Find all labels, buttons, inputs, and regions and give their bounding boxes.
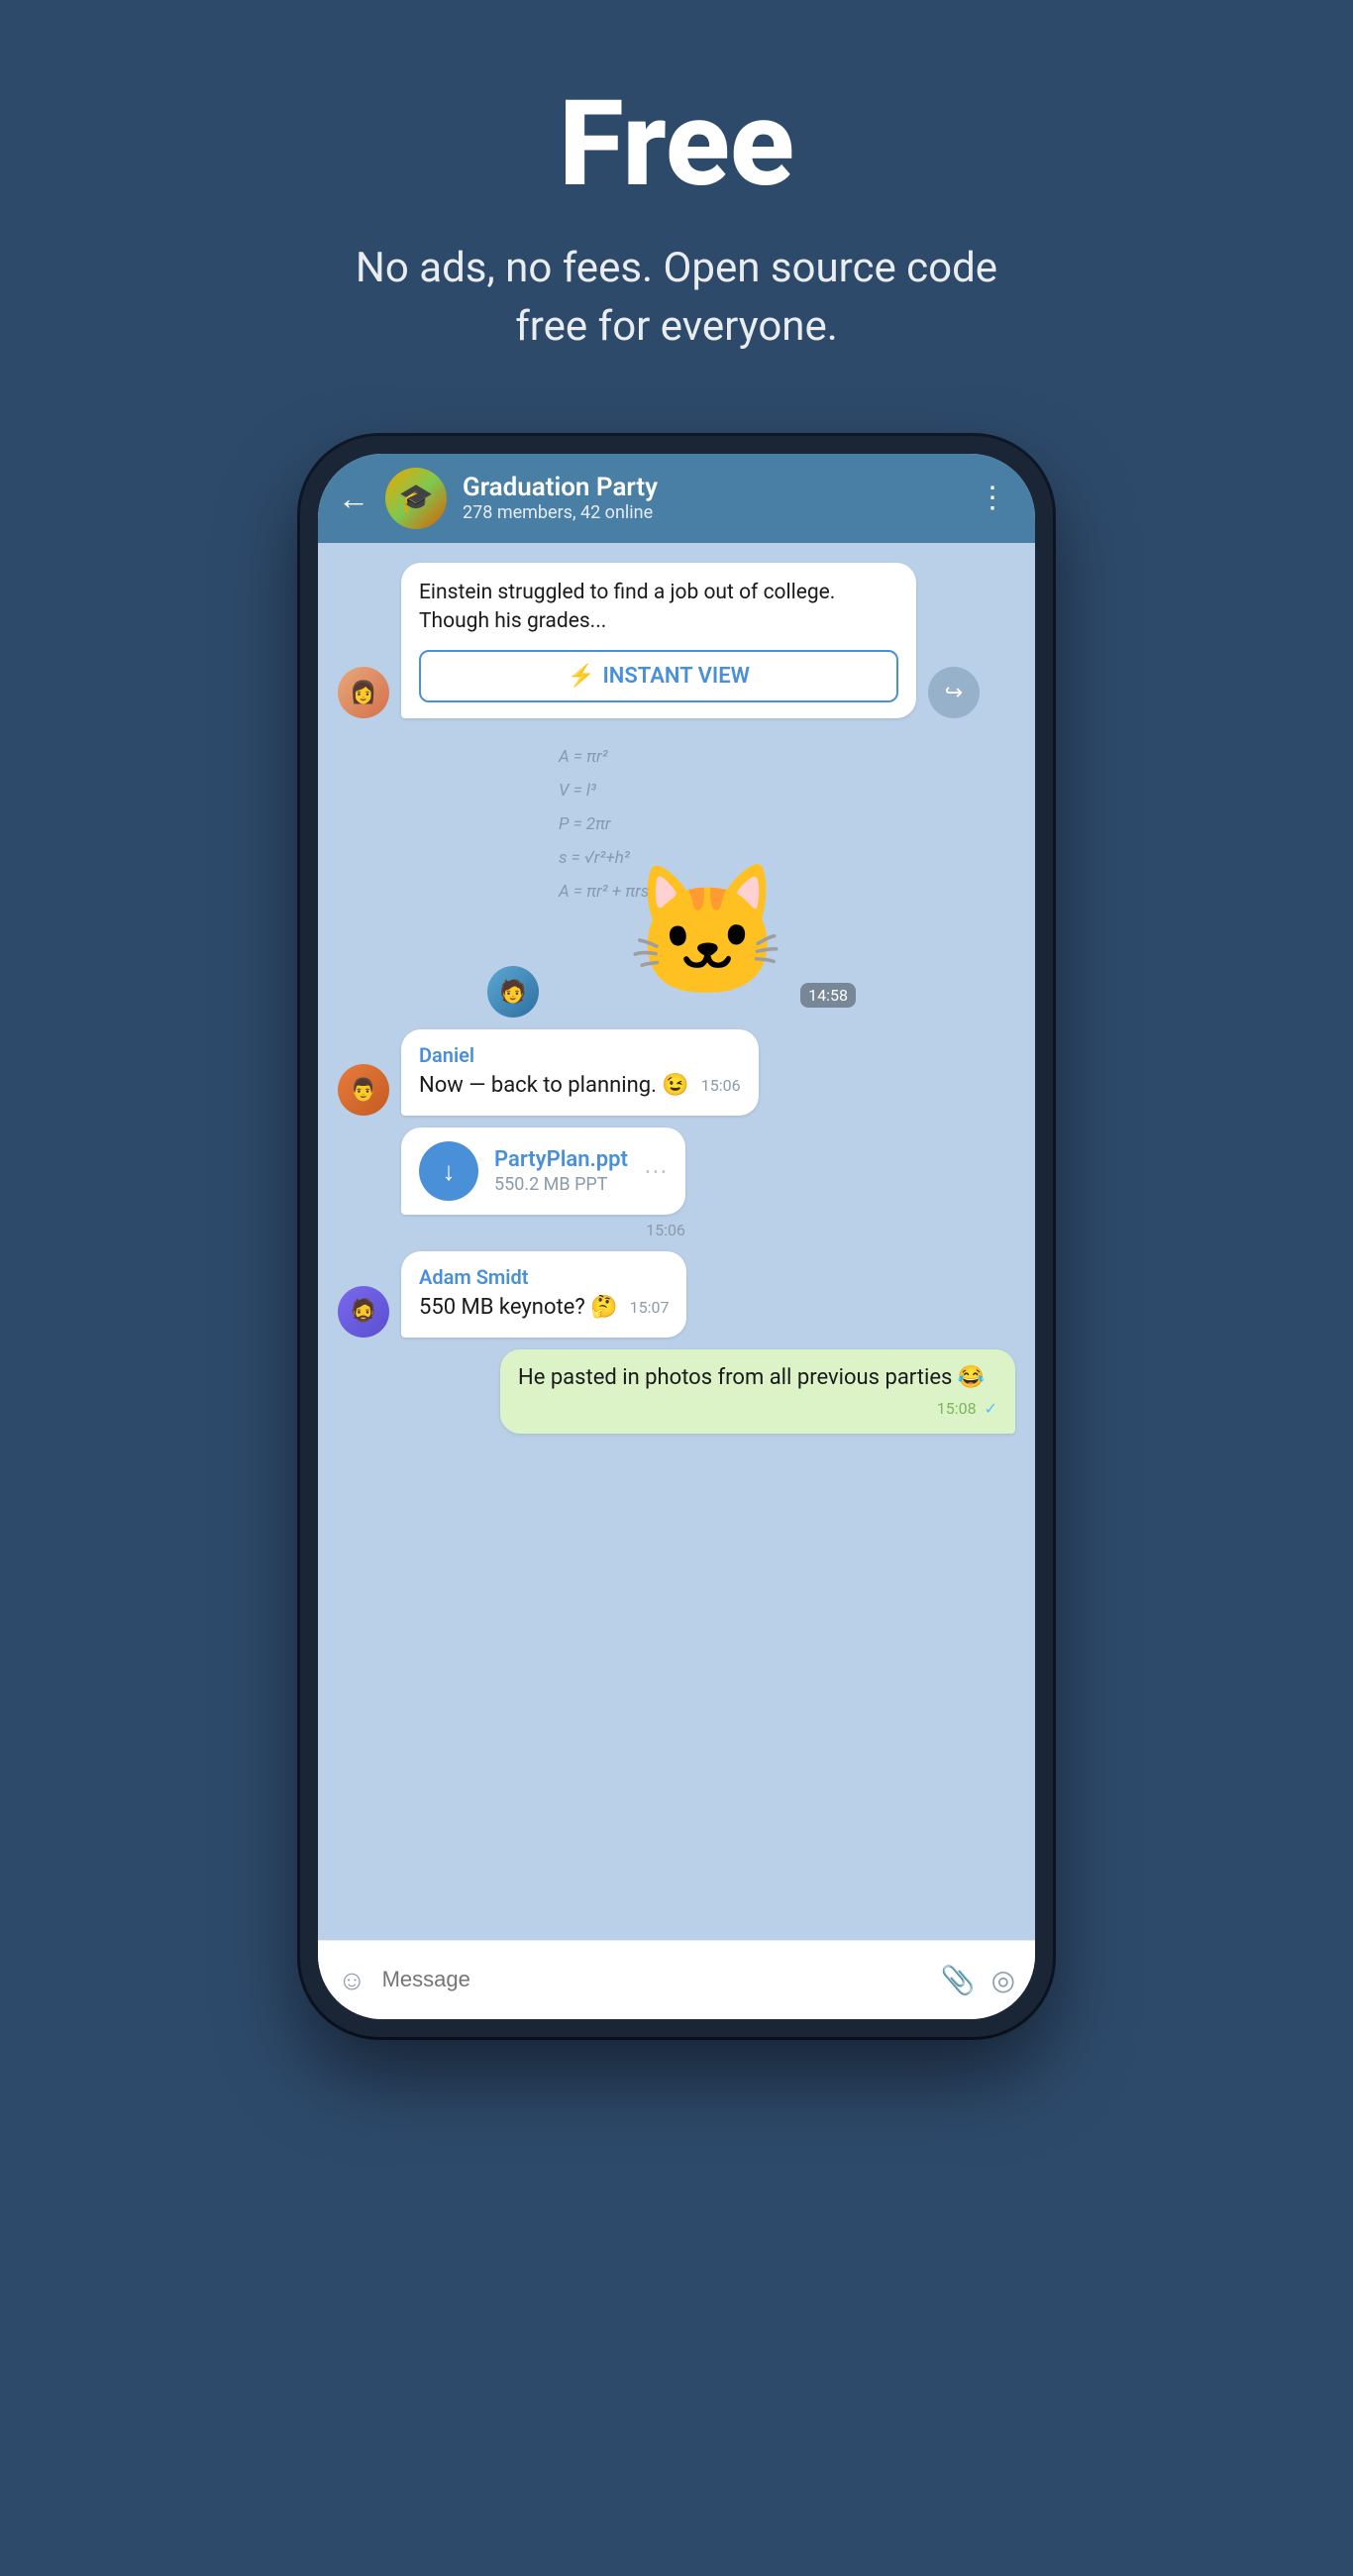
avatar: 👩 [338, 667, 389, 718]
message-time: 15:07 [630, 1297, 670, 1319]
message-bubble: Daniel Now — back to planning. 😉 15:06 [401, 1029, 759, 1116]
message-text: Now — back to planning. 😉 15:06 [419, 1071, 741, 1102]
avatar: 🧔 [338, 1286, 389, 1338]
message-text: He pasted in photos from all previous pa… [518, 1363, 997, 1394]
table-row: 👩 Einstein struggled to find a job out o… [338, 563, 1015, 719]
message-input[interactable] [382, 1967, 925, 1992]
file-size: 550.2 MB PPT [494, 1174, 628, 1195]
download-button[interactable]: ↓ [419, 1141, 478, 1201]
avatar: 👨 [338, 1064, 389, 1116]
file-message: ↓ PartyPlan.ppt 550.2 MB PPT ⋯ [401, 1127, 685, 1215]
message-text: 550 MB keynote? 🤔 15:07 [419, 1293, 669, 1324]
phone-outer: ← 🎓 Graduation Party 278 members, 42 onl… [300, 436, 1053, 2037]
sticker-time: 14:58 [800, 983, 856, 1008]
iv-text: Einstein struggled to find a job out of … [419, 579, 898, 637]
lightning-icon: ⚡ [568, 664, 594, 689]
sticker-message: A = πr² V = l³ P = 2πr s = √r²+h² A = πr… [549, 730, 866, 1018]
avatar: 🧑 [487, 966, 539, 1018]
back-button[interactable]: ← [338, 480, 369, 517]
chat-header: ← 🎓 Graduation Party 278 members, 42 onl… [318, 454, 1035, 543]
cat-sticker: 🐱 [627, 856, 787, 1008]
file-bubble-wrapper: ↓ PartyPlan.ppt 550.2 MB PPT ⋯ 15:06 [401, 1127, 685, 1239]
phone-inner: ← 🎓 Graduation Party 278 members, 42 onl… [318, 454, 1035, 2019]
message-sender: Adam Smidt [419, 1265, 669, 1289]
group-status: 278 members, 42 online [463, 502, 970, 523]
table-row: 👨 Daniel Now — back to planning. 😉 15:06 [338, 1029, 1015, 1116]
forward-button[interactable]: ↪ [928, 667, 980, 718]
message-time: 15:08 ✓ [937, 1398, 997, 1420]
file-info: PartyPlan.ppt 550.2 MB PPT [494, 1147, 628, 1195]
instant-view-button[interactable]: ⚡ INSTANT VIEW [419, 650, 898, 702]
attach-button[interactable]: 📎 [941, 1964, 976, 1996]
table-row: He pasted in photos from all previous pa… [338, 1349, 1015, 1434]
group-name: Graduation Party [463, 473, 970, 502]
hero-subtitle: No ads, no fees. Open source code free f… [330, 240, 1023, 357]
table-row: 🧔 Adam Smidt 550 MB keynote? 🤔 15:07 [338, 1251, 1015, 1338]
emoji-button[interactable]: ☺ [338, 1964, 366, 1996]
camera-button[interactable]: ◎ [991, 1964, 1015, 1996]
hero-title: Free [330, 79, 1023, 210]
instant-view-label: INSTANT VIEW [602, 664, 750, 689]
input-bar: ☺ 📎 ◎ [318, 1940, 1035, 2019]
instant-view-bubble: Einstein struggled to find a job out of … [401, 563, 916, 719]
message-bubble: Adam Smidt 550 MB keynote? 🤔 15:07 [401, 1251, 686, 1338]
group-avatar: 🎓 [385, 468, 447, 529]
table-row: ↓ PartyPlan.ppt 550.2 MB PPT ⋯ 15:06 [338, 1127, 1015, 1239]
own-message-bubble: He pasted in photos from all previous pa… [500, 1349, 1015, 1434]
chat-area: 👩 Einstein struggled to find a job out o… [318, 543, 1035, 1940]
phone-wrapper: ← 🎓 Graduation Party 278 members, 42 onl… [300, 436, 1053, 2037]
file-time: 15:06 [401, 1221, 685, 1239]
hero-section: Free No ads, no fees. Open source code f… [290, 0, 1063, 416]
file-name: PartyPlan.ppt [494, 1147, 628, 1172]
file-more-button[interactable]: ⋯ [644, 1157, 668, 1185]
sticker-row: 🧑 A = πr² V = l³ P = 2πr s = √r²+h² A = … [338, 730, 1015, 1018]
message-time: 15:06 [701, 1075, 741, 1097]
header-info: Graduation Party 278 members, 42 online [463, 473, 970, 523]
message-sender: Daniel [419, 1043, 741, 1067]
checkmark-icon: ✓ [985, 1399, 997, 1418]
more-button[interactable]: ⋮ [970, 473, 1015, 523]
